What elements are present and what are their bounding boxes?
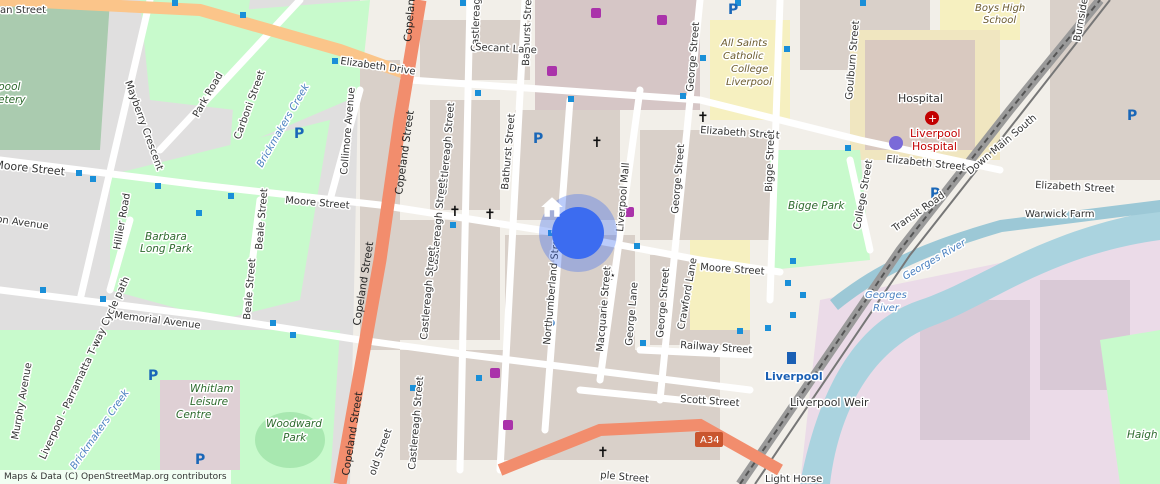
area-label: Centre: [176, 409, 211, 421]
svg-text:P: P: [533, 131, 543, 147]
area-label: Catholic: [723, 51, 764, 62]
svg-text:✝: ✝: [697, 110, 709, 126]
area-label: Liverpool: [910, 127, 960, 140]
area-label: College: [731, 64, 768, 75]
area-label: Barbara: [145, 231, 187, 243]
area-label: Haigh: [1127, 429, 1158, 441]
area-label: Whitlam: [190, 383, 234, 395]
home-icon: [541, 197, 563, 217]
area-label: Liverpool: [726, 77, 772, 88]
area-label: etery: [0, 94, 26, 106]
street-label: Bigge Street: [764, 130, 777, 192]
area-label: Georges: [865, 290, 907, 301]
svg-text:✝: ✝: [484, 207, 496, 223]
svg-text:✝: ✝: [597, 445, 609, 461]
svg-text:P: P: [728, 2, 738, 18]
svg-text:P: P: [148, 368, 158, 384]
svg-text:P: P: [294, 126, 304, 142]
hospital-cross-glyph: +: [928, 112, 937, 125]
location-marker[interactable]: [539, 194, 617, 272]
area-label: All Saints: [720, 38, 767, 49]
map-view[interactable]: P P P P P P P P ✝ ✝ ✝ ✝ ✝ ☪ + an Street …: [0, 0, 1160, 484]
area-label: Leisure: [190, 396, 228, 408]
area-label: Long Park: [140, 243, 193, 255]
building-block: [400, 220, 500, 340]
area-label: Liverpool Weir: [790, 396, 869, 409]
area-label: pool: [0, 81, 21, 93]
area-label: Bigge Park: [788, 200, 845, 212]
train-station-icon: [787, 352, 796, 364]
area-label: School: [983, 15, 1016, 26]
hospital-h-icon: [889, 136, 903, 150]
building-block-east: [1050, 0, 1160, 180]
route-shield-label: A34: [700, 435, 720, 446]
building-block: [640, 130, 770, 240]
area-label: River: [873, 303, 900, 314]
svg-text:P: P: [195, 452, 205, 468]
cemetery-area: [0, 0, 110, 150]
map-attribution[interactable]: Maps & Data (C) OpenStreetMap.org contri…: [0, 470, 231, 484]
svg-text:✝: ✝: [591, 135, 603, 151]
area-label: Hospital: [912, 140, 957, 153]
street-label: Warwick Farm: [1025, 209, 1095, 220]
area-label: Park: [283, 432, 307, 444]
school-area-small: [690, 240, 750, 330]
area-label: Boys High: [975, 3, 1025, 14]
svg-text:✝: ✝: [449, 204, 461, 220]
area-label: Hospital: [898, 92, 943, 105]
location-marker-inner[interactable]: [541, 197, 604, 259]
svg-text:P: P: [1127, 108, 1137, 124]
station-label: Liverpool: [765, 370, 823, 383]
street-label: Light Horse: [765, 474, 822, 484]
area-label: Woodward: [266, 418, 322, 430]
street-label: an Street: [0, 5, 46, 16]
